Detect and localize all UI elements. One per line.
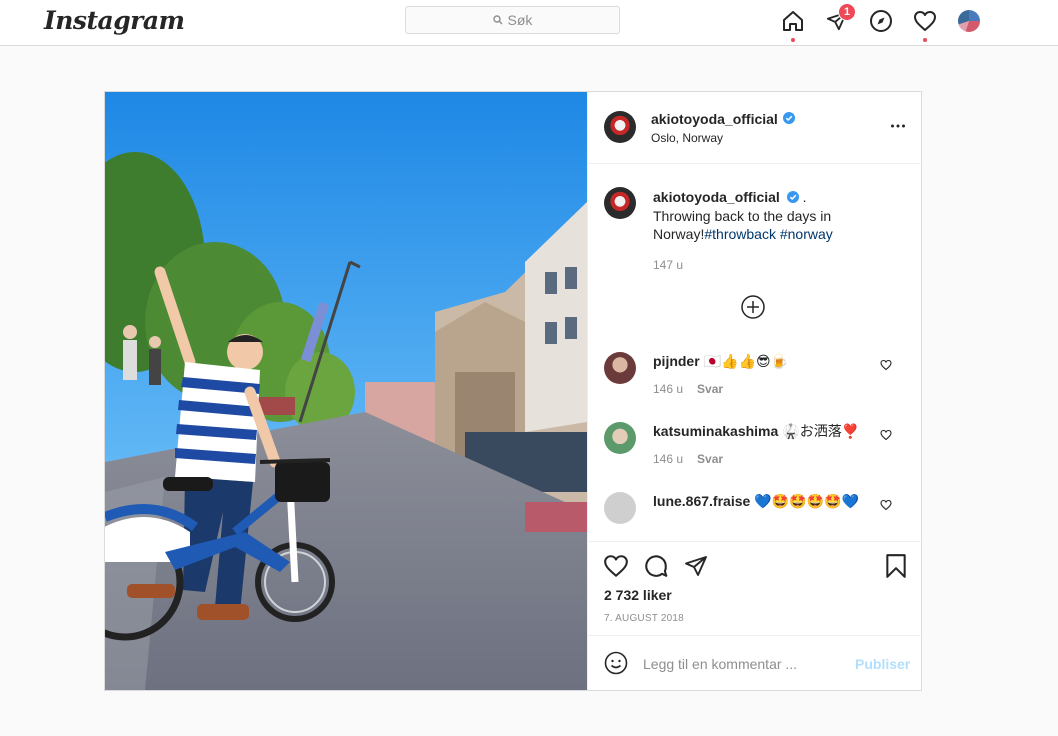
reply-button[interactable]: Svar xyxy=(697,452,723,466)
post-actions: 2 732 liker 7. AUGUST 2018 xyxy=(588,541,922,635)
author-info: akiotoyoda_official xyxy=(651,111,795,127)
explore-compass-icon[interactable] xyxy=(868,8,894,34)
search-box[interactable]: Søk xyxy=(405,6,620,34)
like-heart-icon[interactable] xyxy=(602,552,630,580)
comments-section[interactable]: akiotoyoda_official . Throwing back to t… xyxy=(588,165,922,541)
home-indicator-dot xyxy=(791,38,795,42)
post-card: OBOS akiotoyoda_official Oslo, Norway ak… xyxy=(104,91,922,691)
hashtag-link[interactable]: #norway xyxy=(780,226,833,242)
svg-text:OBOS: OBOS xyxy=(115,536,150,550)
load-more-comments-icon[interactable] xyxy=(741,295,765,319)
comment-like-heart-icon[interactable] xyxy=(880,358,892,374)
search-icon xyxy=(492,15,503,25)
emoji-smiley-icon[interactable] xyxy=(604,651,628,678)
comment-meta: 146 u Svar xyxy=(653,382,737,396)
commenter-avatar[interactable] xyxy=(604,352,636,384)
comment-body: 💙🤩🤩🤩🤩💙 xyxy=(754,493,859,509)
comment-like-heart-icon[interactable] xyxy=(880,498,892,514)
comment-bubble-icon[interactable] xyxy=(642,552,670,580)
likes-count[interactable]: 2 732 liker xyxy=(604,587,672,603)
comment-meta: 146 u Svar xyxy=(653,452,737,466)
comment-input[interactable] xyxy=(643,652,843,676)
add-comment-bar: Publiser xyxy=(588,635,922,690)
notification-badge: 1 xyxy=(838,3,856,21)
post-photo[interactable]: OBOS xyxy=(105,92,587,690)
bike-logo: OBOS xyxy=(115,536,150,550)
post-location[interactable]: Oslo, Norway xyxy=(651,131,723,145)
hashtag-link[interactable]: #throwback xyxy=(704,226,776,242)
activity-indicator-dot xyxy=(923,38,927,42)
author-avatar[interactable] xyxy=(604,111,636,143)
comment-body: 🥋お洒落❣️ xyxy=(782,423,860,439)
top-navbar: Instagram Søk 1 xyxy=(0,0,1058,46)
instagram-logo[interactable]: Instagram xyxy=(44,6,185,35)
comment-item: pijnder 🇯🇵👍👍😎🍺 146 u Svar xyxy=(588,350,922,410)
commenter-avatar[interactable] xyxy=(604,422,636,454)
comment-time[interactable]: 146 u xyxy=(653,452,683,466)
commenter-username[interactable]: pijnder xyxy=(653,353,700,369)
caption-timestamp[interactable]: 147 u xyxy=(653,258,683,272)
home-icon[interactable] xyxy=(780,8,806,34)
comment-item: katsuminakashima 🥋お洒落❣️ 146 u Svar xyxy=(588,420,922,480)
publish-button[interactable]: Publiser xyxy=(855,656,910,672)
post-caption: akiotoyoda_official . Throwing back to t… xyxy=(653,188,903,243)
comment-time[interactable]: 146 u xyxy=(653,382,683,396)
post-sidebar: akiotoyoda_official Oslo, Norway akiotoy… xyxy=(587,92,922,690)
commenter-avatar[interactable] xyxy=(604,492,636,524)
comment-text: pijnder 🇯🇵👍👍😎🍺 xyxy=(653,352,883,370)
activity-heart-icon[interactable] xyxy=(912,8,938,34)
caption-suffix: . xyxy=(802,189,807,205)
verified-badge-icon xyxy=(782,111,795,127)
caption-avatar[interactable] xyxy=(604,187,636,219)
author-username[interactable]: akiotoyoda_official xyxy=(651,111,778,127)
post-header: akiotoyoda_official Oslo, Norway xyxy=(588,92,922,164)
commenter-username[interactable]: katsuminakashima xyxy=(653,423,778,439)
photo-illustration: OBOS xyxy=(105,92,587,690)
comment-body: 🇯🇵👍👍😎🍺 xyxy=(703,353,788,369)
reply-button[interactable]: Svar xyxy=(697,382,723,396)
comment-text: lune.867.fraise 💙🤩🤩🤩🤩💙 xyxy=(653,492,883,510)
comment-text: katsuminakashima 🥋お洒落❣️ xyxy=(653,422,883,440)
more-options-icon[interactable] xyxy=(890,118,906,137)
search-placeholder: Søk xyxy=(507,12,533,28)
post-date[interactable]: 7. AUGUST 2018 xyxy=(604,613,684,624)
share-paper-plane-icon[interactable] xyxy=(682,552,710,580)
comment-item: lune.867.fraise 💙🤩🤩🤩🤩💙 xyxy=(588,490,922,541)
verified-badge-icon xyxy=(786,189,799,207)
commenter-username[interactable]: lune.867.fraise xyxy=(653,493,750,509)
comment-like-heart-icon[interactable] xyxy=(880,428,892,444)
caption-username[interactable]: akiotoyoda_official xyxy=(653,189,780,205)
save-bookmark-icon[interactable] xyxy=(882,552,910,580)
profile-avatar[interactable] xyxy=(958,10,980,32)
